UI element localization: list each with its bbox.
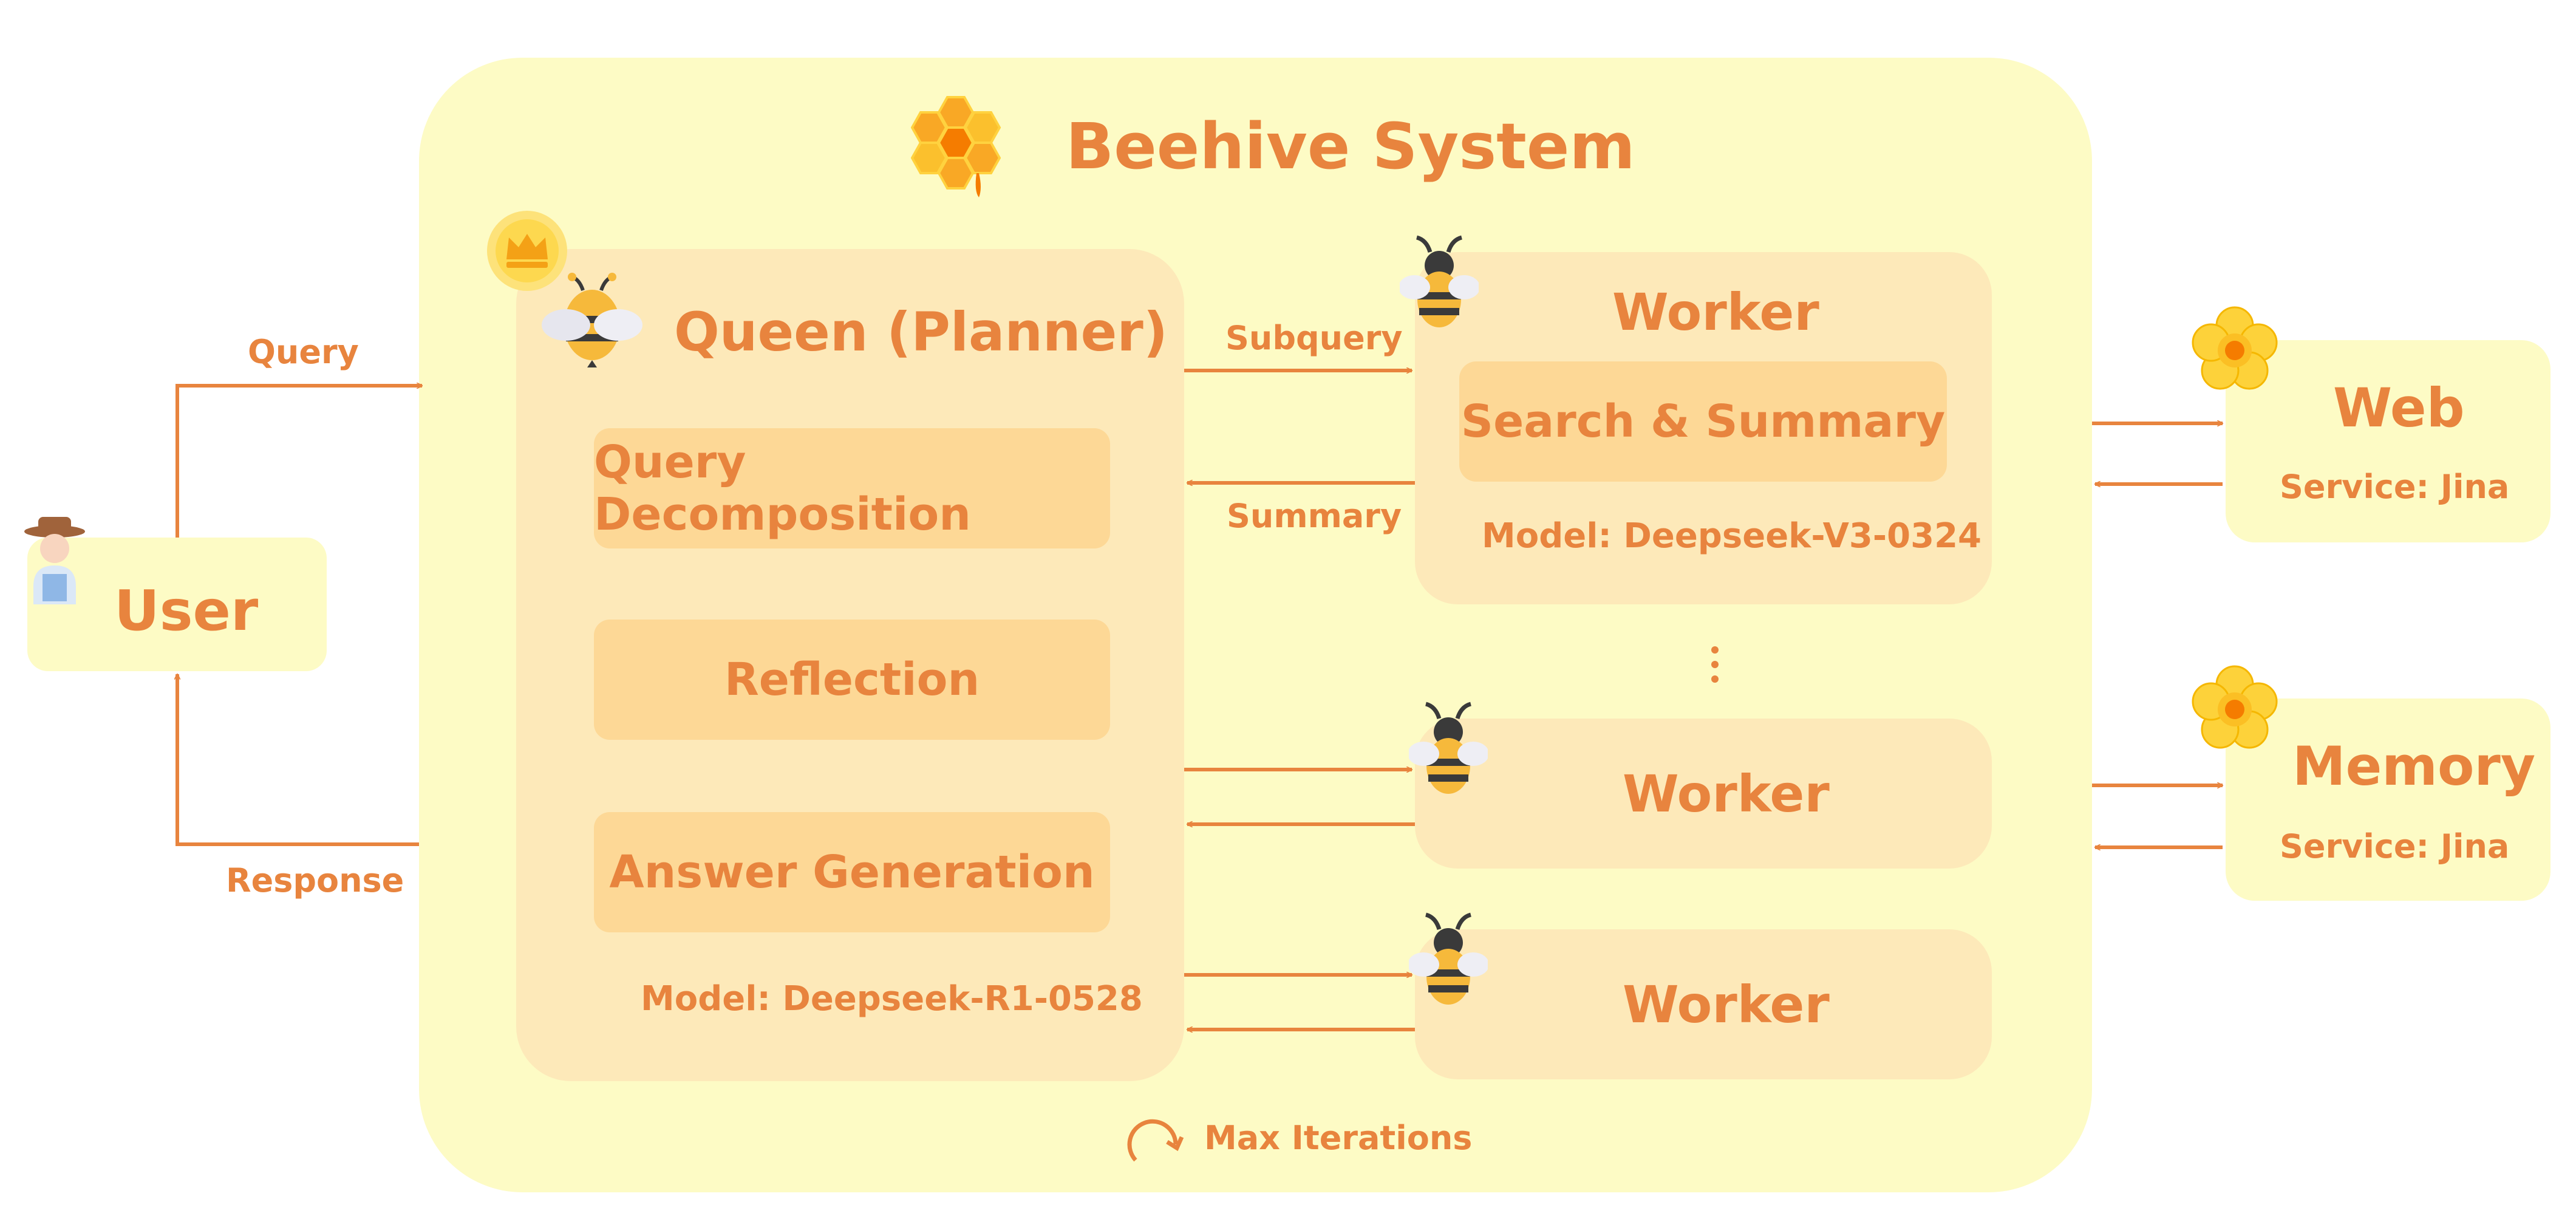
loop-arrow-icon — [1127, 1119, 1184, 1162]
response-edge-label: Response — [226, 861, 404, 900]
max-iterations-label: Max Iterations — [1204, 1119, 1473, 1157]
query-edge-label: Query — [248, 333, 359, 371]
subquery-edge-label: Subquery — [1225, 319, 1403, 357]
summary-edge-label: Summary — [1227, 497, 1402, 535]
response-arrow — [177, 674, 419, 846]
query-arrow — [175, 386, 422, 538]
connector-arrows — [0, 0, 2576, 1216]
